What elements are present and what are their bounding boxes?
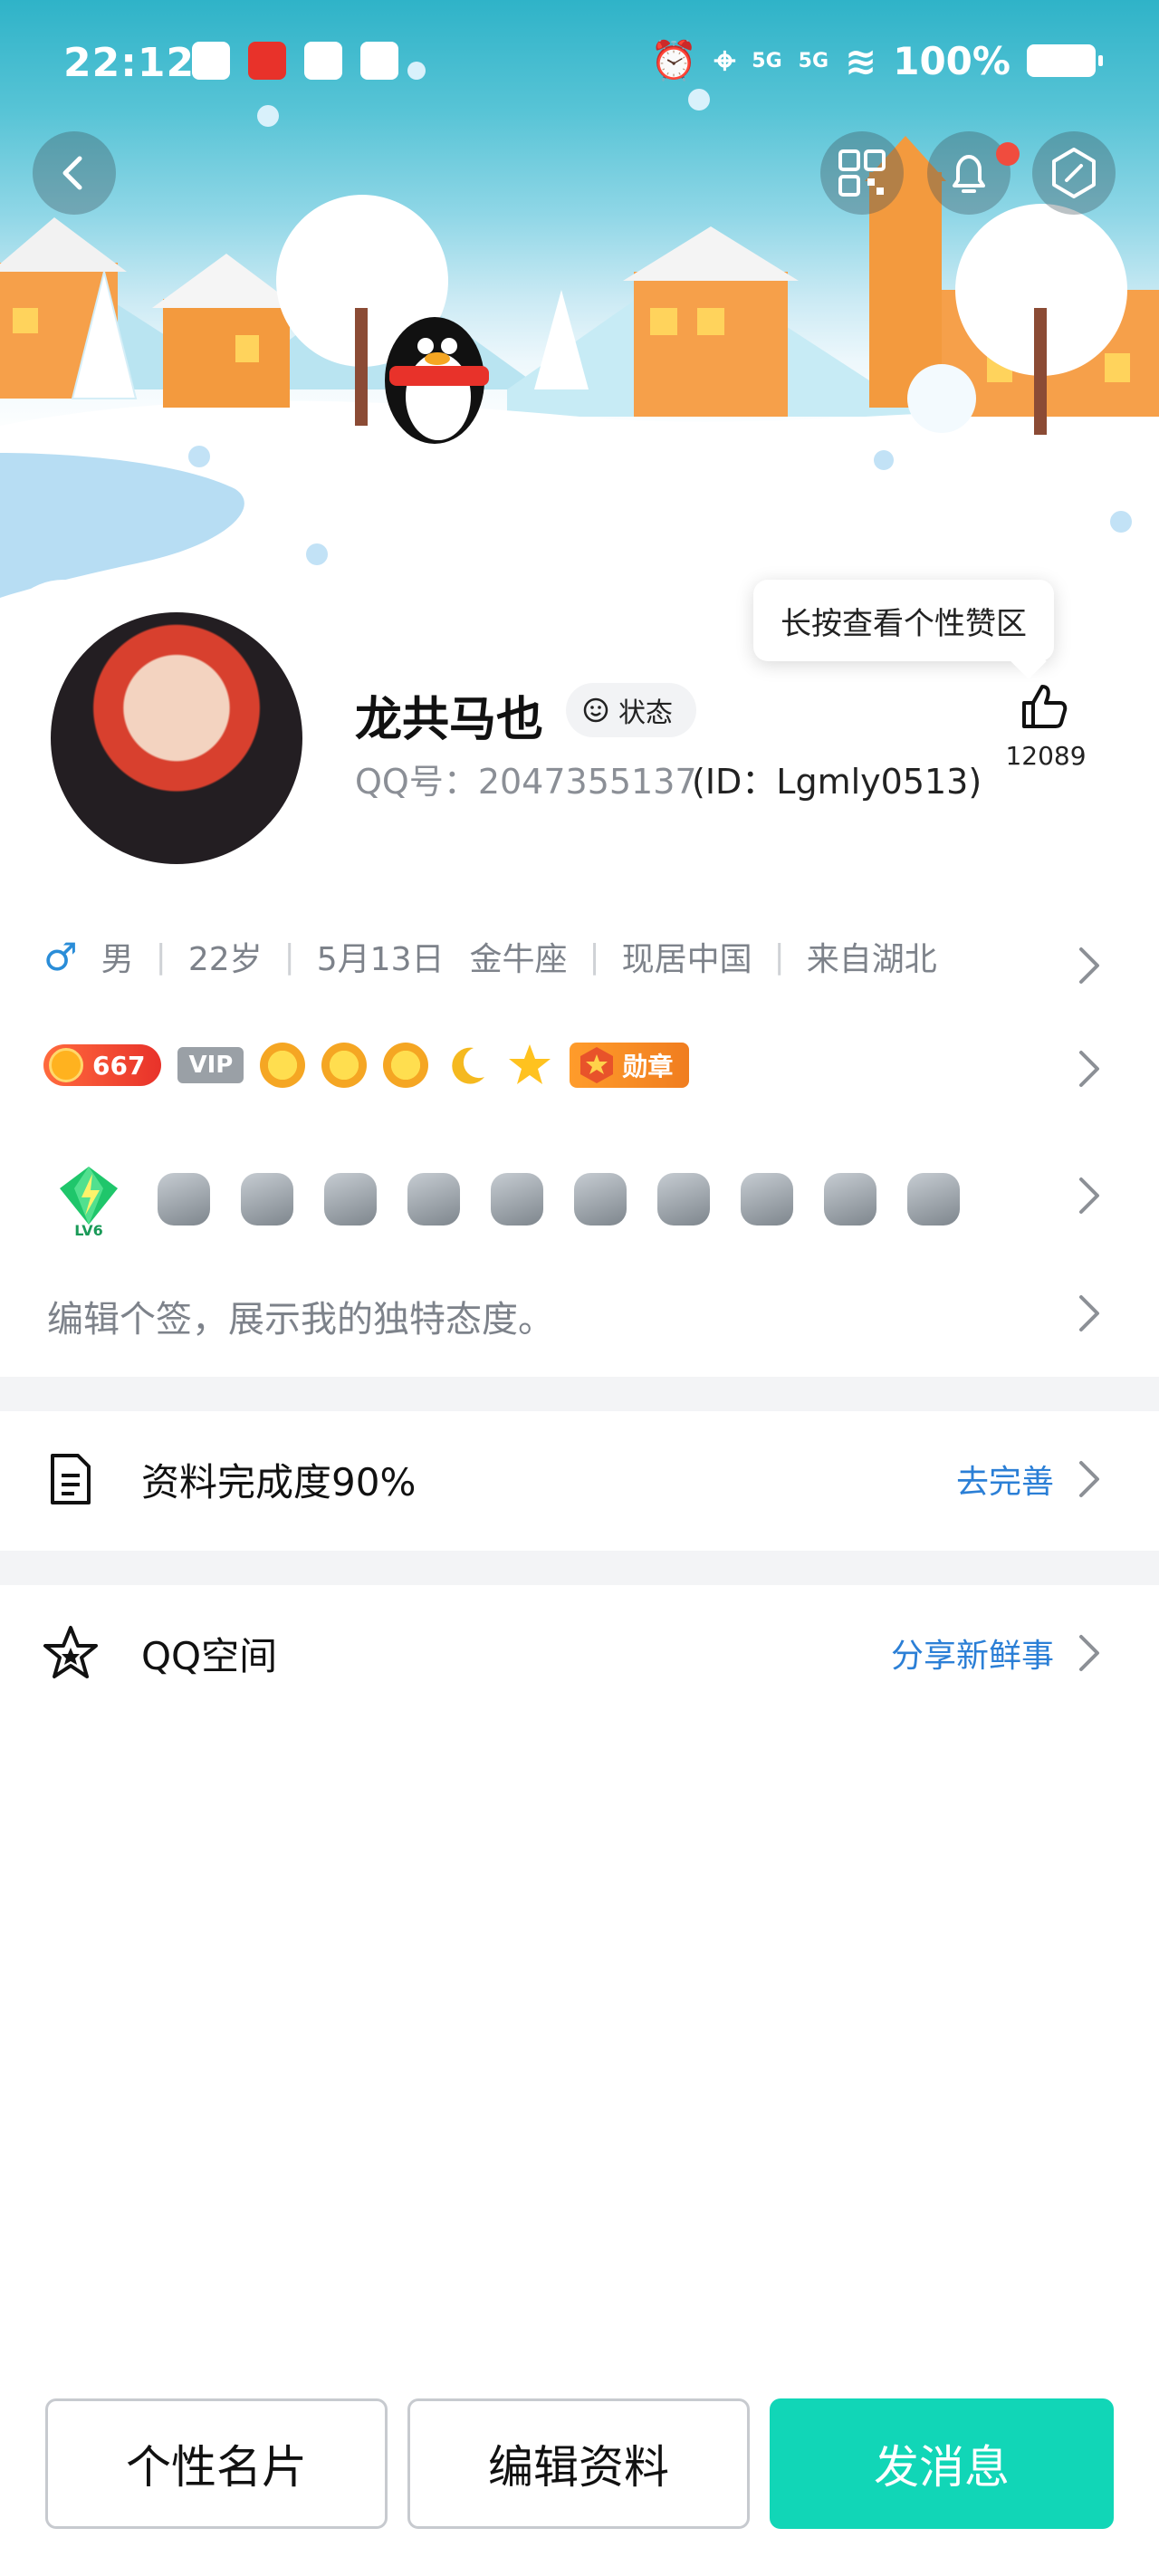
info-zodiac: 金牛座 <box>469 941 568 978</box>
info-separator: | <box>773 937 785 976</box>
personal-card-button[interactable]: 个性名片 <box>45 2398 388 2529</box>
info-gender: 男 <box>101 941 134 978</box>
qq-number[interactable]: QQ号：2047355137 <box>355 754 697 803</box>
settings-button[interactable] <box>1032 131 1116 215</box>
status-right: ⏰ ⌖ 5G 5G ≋ 100% <box>650 38 1103 83</box>
chevron-right-icon[interactable] <box>1078 1049 1101 1089</box>
coin-count: 667 <box>92 1050 146 1081</box>
wifi-icon: ≋ <box>845 38 877 83</box>
bell-icon <box>953 155 985 193</box>
lv6-gem-icon: LV6 <box>60 1167 118 1237</box>
chevron-left-icon <box>62 156 82 190</box>
like-tooltip: 长按查看个性赞区 <box>753 580 1054 661</box>
share-news-link[interactable]: 分享新鲜事 <box>891 1629 1054 1677</box>
coin-icon <box>49 1048 83 1082</box>
info-age: 22岁 <box>187 941 263 978</box>
emblem-icon <box>907 1173 960 1226</box>
qr-code-icon <box>838 149 886 197</box>
complete-profile-link[interactable]: 去完善 <box>956 1456 1054 1503</box>
section-divider <box>0 1377 1159 1411</box>
thumbs-up-icon <box>1022 685 1068 728</box>
status-app-icons <box>192 42 398 80</box>
like-button[interactable] <box>1005 679 1083 734</box>
medal-star-icon <box>580 1047 614 1083</box>
male-icon: ♂ <box>43 934 78 979</box>
signal-icon-2: 5G <box>798 49 829 72</box>
chevron-right-icon[interactable] <box>1078 1176 1101 1216</box>
like-count: 12089 <box>1005 741 1087 771</box>
battery-icon <box>1027 44 1103 77</box>
app-notification-icon <box>248 42 286 80</box>
basic-info-row[interactable]: ♂ 男 | 22岁 | 5月13日 金牛座 | 现居中国 | 来自湖北 <box>43 933 937 980</box>
qzone-label: QQ空间 <box>141 1633 278 1678</box>
hexagon-settings-icon <box>1052 148 1096 198</box>
coin-badge: 667 <box>43 1044 162 1086</box>
send-message-button[interactable]: 发消息 <box>770 2398 1114 2529</box>
svg-text:LV6: LV6 <box>74 1222 103 1237</box>
clipboard-icon <box>192 42 230 80</box>
star-level-icon <box>509 1044 551 1084</box>
info-separator: | <box>283 937 295 976</box>
chevron-right-icon[interactable] <box>1078 1293 1101 1333</box>
medal-badge: 勋章 <box>570 1043 690 1088</box>
moon-level-icon <box>452 1047 485 1084</box>
sun-level-icon <box>383 1043 429 1088</box>
profile-completion-row[interactable]: 资料完成度90% 去完善 <box>0 1411 1159 1547</box>
document-icon <box>51 1454 91 1504</box>
nickname: 龙共马也 <box>355 693 544 747</box>
emblem-icon <box>824 1173 876 1226</box>
info-residence: 现居中国 <box>621 941 752 978</box>
smiley-plus-icon <box>583 697 608 723</box>
level-badges-row[interactable]: 667 VIP 勋章 <box>43 1042 690 1089</box>
tooltip-text: 长按查看个性赞区 <box>781 605 1027 642</box>
status-chip-label: 状态 <box>618 697 673 729</box>
notification-dot <box>996 142 1020 166</box>
info-separator: | <box>589 937 600 976</box>
star-outline-icon <box>43 1626 98 1678</box>
chevron-right-icon[interactable] <box>1078 946 1101 985</box>
signature-edit[interactable]: 编辑个签，展示我的独特态度。 <box>47 1290 554 1342</box>
status-chip[interactable]: 状态 <box>566 683 696 737</box>
battery-text: 100% <box>893 38 1011 83</box>
qr-code-button[interactable] <box>820 131 904 215</box>
info-separator: | <box>155 937 167 976</box>
qzone-row[interactable]: QQ空间 分享新鲜事 <box>0 1585 1159 1721</box>
emblem-icon <box>407 1173 460 1226</box>
status-bar: 22:12 ⏰ ⌖ 5G 5G ≋ 100% <box>0 0 1159 127</box>
emblem-icon <box>241 1173 293 1226</box>
info-birthday: 5月13日 <box>316 941 445 978</box>
emblem-icon <box>741 1173 793 1226</box>
emblem-icon <box>657 1173 710 1226</box>
edit-profile-button[interactable]: 编辑资料 <box>407 2398 750 2529</box>
back-button[interactable] <box>33 131 116 215</box>
sun-level-icon <box>260 1043 306 1088</box>
emblem-icon <box>324 1173 377 1226</box>
location-icon: ⌖ <box>714 38 736 82</box>
profile-cover: 22:12 ⏰ ⌖ 5G 5G ≋ 100% <box>0 0 1159 625</box>
send-icon <box>360 42 398 80</box>
emblem-icon <box>574 1173 627 1226</box>
avatar[interactable] <box>45 607 308 870</box>
emblem-icon <box>158 1173 210 1226</box>
qq-id[interactable]: (ID：Lgmly0513) <box>692 754 982 803</box>
chevron-right-icon <box>1079 1635 1099 1671</box>
signal-icon-1: 5G <box>752 49 782 72</box>
status-time: 22:12 <box>63 40 196 86</box>
sun-level-icon <box>321 1043 368 1088</box>
section-divider <box>0 1551 1159 1585</box>
vip-badge: VIP <box>177 1047 244 1083</box>
alarm-icon: ⏰ <box>650 38 698 82</box>
chevron-right-icon <box>1079 1461 1099 1497</box>
emblem-icon <box>491 1173 543 1226</box>
wechat-icon <box>304 42 342 80</box>
notification-button[interactable] <box>927 131 1011 215</box>
info-hometown: 来自湖北 <box>806 941 937 978</box>
profile-completion-label: 资料完成度90% <box>141 1459 417 1504</box>
emblem-row[interactable]: LV6 <box>51 1161 960 1237</box>
medal-label: 勋章 <box>622 1052 674 1081</box>
